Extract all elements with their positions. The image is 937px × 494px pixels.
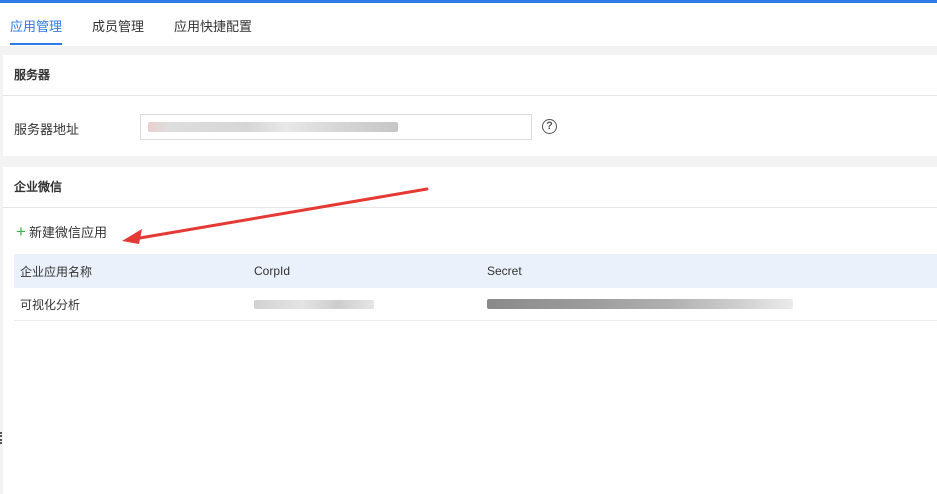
- wechat-section-title: 企业微信: [3, 167, 937, 208]
- wechat-app-table: 企业应用名称 CorpId Secret 可视化分析: [14, 254, 937, 321]
- server-panel: 服务器 服务器地址 ?: [3, 55, 937, 156]
- server-address-row: 服务器地址 ?: [3, 114, 937, 140]
- add-wechat-app-button[interactable]: + 新建微信应用: [16, 222, 107, 241]
- wechat-panel: 企业微信 + 新建微信应用 企业应用名称 CorpId Secret 可视化分析: [3, 167, 937, 494]
- redacted-server-address: [148, 122, 398, 132]
- redacted-corpid: [254, 299, 374, 309]
- plus-icon: +: [16, 221, 26, 241]
- column-header-corpid: CorpId: [254, 264, 291, 278]
- edge-handle: [0, 432, 2, 444]
- question-circle-icon[interactable]: ?: [542, 119, 557, 134]
- tab-app-quick-config[interactable]: 应用快捷配置: [174, 3, 252, 46]
- cell-corpid: [248, 288, 481, 320]
- cell-app-name: 可视化分析: [20, 297, 81, 312]
- add-wechat-app-label: 新建微信应用: [28, 225, 107, 240]
- table-row[interactable]: 可视化分析: [14, 288, 937, 321]
- tab-app-management[interactable]: 应用管理: [10, 3, 63, 46]
- redacted-secret: [487, 299, 793, 309]
- table-header: 企业应用名称 CorpId Secret: [14, 254, 937, 288]
- server-section-title: 服务器: [3, 55, 937, 96]
- tab-bar: 应用管理 成员管理 应用快捷配置: [0, 3, 937, 46]
- tab-member-management[interactable]: 成员管理: [92, 3, 144, 46]
- cell-secret: [481, 288, 937, 320]
- column-header-secret: Secret: [487, 264, 522, 278]
- server-address-label: 服务器地址: [14, 122, 80, 137]
- column-header-app-name: 企业应用名称: [20, 264, 93, 279]
